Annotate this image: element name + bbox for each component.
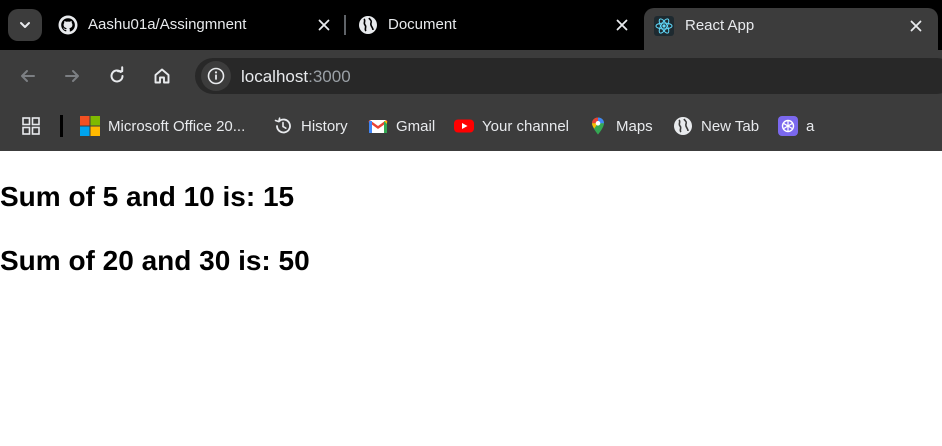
bookmark-label: New Tab: [701, 117, 760, 135]
apps-grid-icon[interactable]: [21, 116, 41, 136]
arrow-right-icon: [65, 70, 79, 82]
bookmark-label: Microsoft Office 20...: [108, 117, 246, 135]
reload-button[interactable]: [103, 62, 131, 90]
back-button[interactable]: [14, 62, 42, 90]
bookmark-new-tab[interactable]: New Tab: [673, 115, 759, 137]
youtube-icon: [454, 119, 474, 133]
home-icon: [154, 68, 170, 84]
home-button[interactable]: [148, 62, 176, 90]
bookmark-label: Maps: [616, 117, 653, 135]
history-icon: [274, 117, 291, 134]
tab-react-app-active[interactable]: React App: [644, 8, 938, 50]
tab-title: Document: [388, 16, 457, 33]
tab-github[interactable]: Aashu01a/Assingmnent: [46, 0, 346, 50]
microsoft-office-icon: [80, 116, 100, 136]
site-info-button[interactable]: [201, 61, 231, 91]
maps-icon: [592, 117, 604, 135]
globe-icon: [674, 117, 692, 135]
page-content: Sum of 5 and 10 is: 15 Sum of 20 and 30 …: [0, 151, 942, 446]
bookmark-label: History: [301, 117, 348, 135]
bookmark-maps[interactable]: Maps: [588, 115, 653, 137]
bookmark-label: Your channel: [482, 117, 570, 135]
github-icon: [58, 15, 78, 35]
bookmark-a[interactable]: a: [778, 115, 814, 137]
info-icon: [207, 67, 225, 85]
close-icon[interactable]: [314, 15, 334, 35]
tab-title: React App: [685, 17, 755, 34]
url-host: localhost: [241, 67, 309, 86]
react-icon: [654, 16, 674, 36]
close-icon[interactable]: [612, 15, 632, 35]
tab-search-button[interactable]: [8, 9, 42, 41]
bookmark-history[interactable]: History: [273, 115, 348, 137]
tab-strip: Aashu01a/Assingmnent Document React App: [0, 0, 942, 50]
bookmark-microsoft-office[interactable]: Microsoft Office 20...: [80, 115, 245, 137]
bookmark-label: Gmail: [396, 117, 436, 135]
globe-icon: [359, 16, 377, 34]
gmail-icon: [368, 120, 388, 133]
chevron-down-icon: [20, 22, 30, 28]
reload-icon: [110, 66, 124, 83]
bookmark-your-channel[interactable]: Your channel: [454, 115, 569, 137]
url-text[interactable]: localhost:3000: [241, 67, 351, 87]
bookmark-label: a: [806, 117, 815, 135]
bookmark-gmail[interactable]: Gmail: [368, 115, 435, 137]
url-port: :3000: [308, 67, 351, 86]
tab-title: Aashu01a/Assingmnent: [88, 16, 247, 33]
tab-document[interactable]: Document: [346, 0, 644, 50]
arrow-left-icon: [21, 70, 35, 82]
bookmarks-bar: Microsoft Office 20... History Gmail You…: [0, 101, 942, 151]
chatgpt-icon: [778, 116, 798, 136]
address-bar[interactable]: localhost:3000: [195, 58, 942, 94]
sum-heading-1: Sum of 5 and 10 is: 15: [0, 181, 295, 212]
browser-toolbar: localhost:3000: [0, 50, 942, 101]
forward-button[interactable]: [58, 62, 86, 90]
bookmarks-divider: [60, 115, 63, 137]
close-icon[interactable]: [906, 16, 926, 36]
sum-heading-2: Sum of 20 and 30 is: 50: [0, 245, 310, 276]
